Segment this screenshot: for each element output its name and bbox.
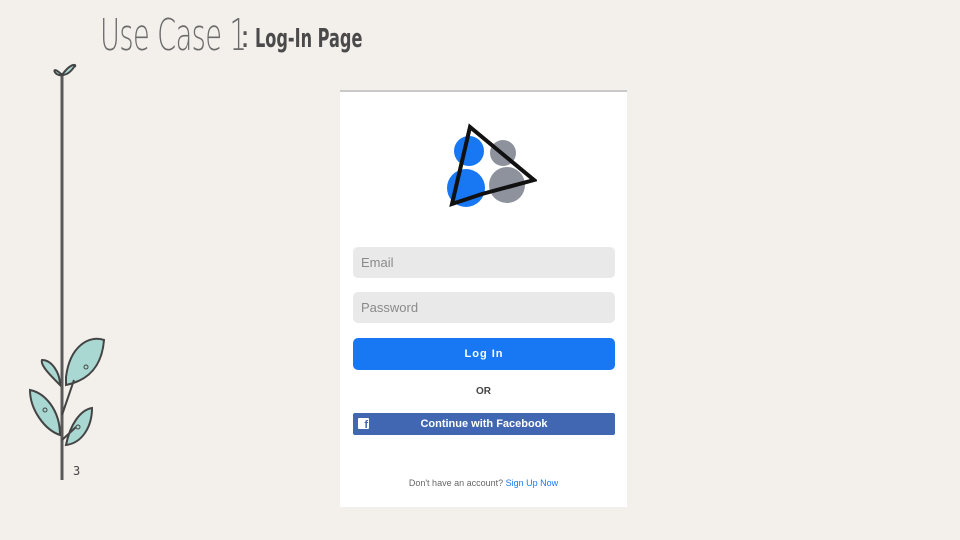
signup-link[interactable]: Sign Up Now: [506, 478, 559, 488]
email-field[interactable]: [353, 247, 615, 278]
password-field[interactable]: [353, 292, 615, 323]
slide-title: Use Case 1 : Log-In Page: [100, 10, 362, 61]
page-number: 3: [73, 464, 81, 478]
slide-subtitle: Log-In Page: [254, 24, 362, 54]
login-screen: Log In OR Continue with Facebook Don't h…: [340, 90, 627, 507]
app-logo-icon: [447, 123, 537, 208]
slide-title-main: Use Case 1: [100, 10, 247, 61]
facebook-button-label: Continue with Facebook: [420, 418, 548, 430]
facebook-icon: [358, 418, 369, 431]
slide-title-colon: :: [240, 20, 251, 55]
signup-prompt: Don't have an account?: [408, 478, 504, 488]
login-button[interactable]: Log In: [353, 338, 615, 370]
slide-title-sub-wrap: : Log-In Page: [240, 20, 428, 55]
facebook-login-button[interactable]: Continue with Facebook: [353, 413, 615, 435]
or-divider: OR: [476, 386, 491, 397]
signup-row: Don't have an account? Sign Up Now: [340, 478, 627, 488]
vine-decoration-icon: [28, 63, 106, 480]
